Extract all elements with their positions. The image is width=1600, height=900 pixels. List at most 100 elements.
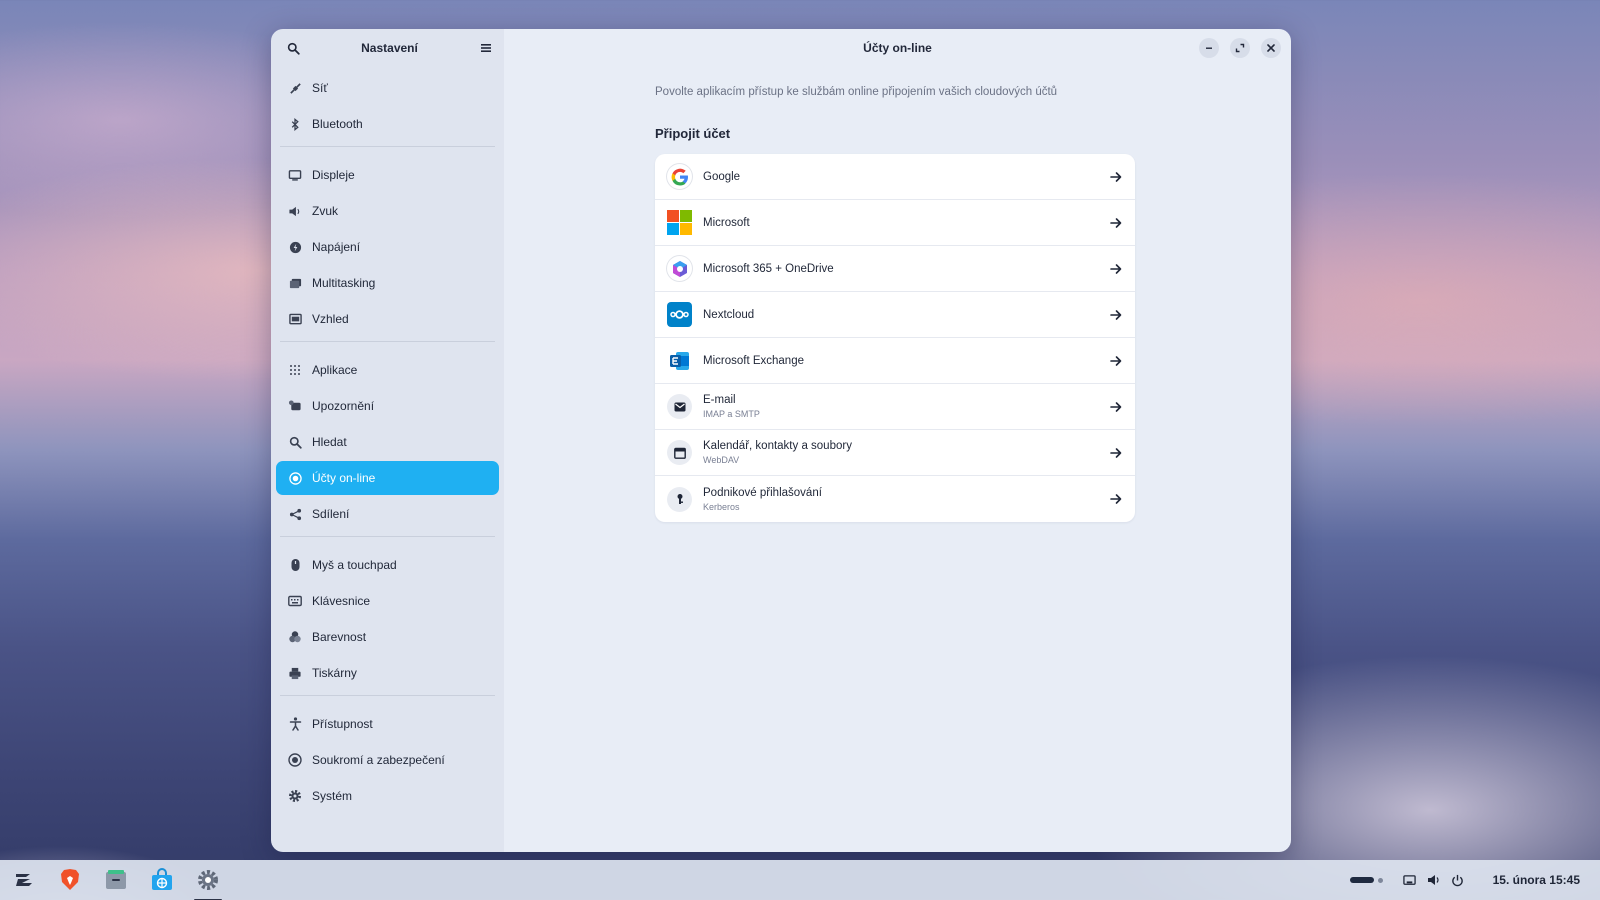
minimize-button[interactable]: [1199, 38, 1219, 58]
sidebar-separator: [280, 146, 495, 147]
sidebar-item-mouse[interactable]: Myš a touchpad: [276, 548, 499, 582]
sidebar-item-label: Upozornění: [312, 399, 375, 413]
arrow-right-icon: [1109, 216, 1123, 230]
settings-app-icon[interactable]: [191, 863, 225, 900]
accessibility-icon: [288, 717, 302, 731]
zorin-menu-icon[interactable]: [7, 863, 41, 897]
sidebar-item-label: Tiskárny: [312, 666, 357, 680]
sidebar-item-label: Účty on-line: [312, 471, 376, 485]
account-row-exchange[interactable]: Microsoft Exchange: [655, 338, 1135, 384]
account-name: Microsoft: [703, 216, 750, 229]
sidebar-item-apps-grid[interactable]: Aplikace: [276, 353, 499, 387]
account-name: Nextcloud: [703, 308, 755, 321]
network-wired-icon[interactable]: [1403, 873, 1417, 887]
sidebar-item-label: Multitasking: [312, 276, 376, 290]
account-row-google[interactable]: Google: [655, 154, 1135, 200]
microsoft365-icon: [667, 256, 692, 281]
sidebar-item-label: Barevnost: [312, 630, 367, 644]
page-title: Účty on-line: [863, 41, 932, 55]
account-subtitle: WebDAV: [703, 455, 740, 465]
share-icon: [288, 507, 302, 521]
sidebar-item-speaker[interactable]: Zvuk: [276, 194, 499, 228]
calendar-icon: [667, 440, 692, 465]
search-icon[interactable]: [285, 40, 301, 56]
sidebar-item-color[interactable]: Barevnost: [276, 620, 499, 654]
arrow-right-icon: [1109, 354, 1123, 368]
sidebar-item-label: Displeje: [312, 168, 355, 182]
account-name: Microsoft 365 + OneDrive: [703, 262, 834, 275]
kerberos-icon: [667, 486, 692, 512]
sidebar-item-notification[interactable]: Upozornění: [276, 389, 499, 423]
sidebar-item-search[interactable]: Hledat: [276, 425, 499, 459]
sidebar: Nastavení Síť Bluetooth Displeje Zvuk Napáje…: [271, 29, 504, 852]
gear-icon: [288, 789, 302, 803]
account-subtitle: Kerberos: [703, 501, 740, 512]
account-text: Podnikové přihlašování Kerberos: [703, 487, 1109, 512]
account-row-microsoft[interactable]: Microsoft: [655, 200, 1135, 246]
sidebar-item-online-accounts[interactable]: Účty on-line: [276, 461, 499, 495]
microsoft-icon: [667, 210, 692, 235]
account-subtitle: IMAP a SMTP: [703, 409, 760, 419]
sidebar-item-power[interactable]: Napájení: [276, 230, 499, 264]
arrow-right-icon: [1109, 262, 1123, 276]
color-icon: [288, 630, 302, 644]
sidebar-list: Síť Bluetooth Displeje Zvuk Napájení Multitas…: [271, 67, 504, 815]
sidebar-item-network[interactable]: Síť: [276, 71, 499, 105]
bluetooth-icon: [288, 117, 302, 131]
sidebar-item-label: Zvuk: [312, 204, 339, 218]
nextcloud-icon: [667, 302, 692, 327]
sidebar-item-printer[interactable]: Tiskárny: [276, 656, 499, 690]
sidebar-item-share[interactable]: Sdílení: [276, 497, 499, 531]
multitasking-icon: [288, 276, 302, 290]
account-text: Google: [703, 171, 1109, 183]
sidebar-item-label: Síť: [312, 81, 328, 95]
sidebar-item-gear[interactable]: Systém: [276, 779, 499, 813]
account-name: Google: [703, 170, 741, 183]
arrow-right-icon: [1109, 446, 1123, 460]
close-icon: [1267, 44, 1275, 52]
workspace-indicator-active[interactable]: [1349, 877, 1374, 883]
account-name: Microsoft Exchange: [703, 354, 804, 367]
workspace-indicator[interactable]: [1377, 877, 1383, 883]
notification-icon: [288, 399, 302, 413]
account-row-microsoft365[interactable]: Microsoft 365 + OneDrive: [655, 246, 1135, 292]
sidebar-item-label: Klávesnice: [312, 594, 371, 608]
account-row-mail[interactable]: E-mail IMAP a SMTP: [655, 384, 1135, 430]
account-list: Google Microsoft Microsoft 365 + OneDrive N…: [655, 154, 1135, 522]
sidebar-item-accessibility[interactable]: Přístupnost: [276, 707, 499, 741]
sidebar-item-multitasking[interactable]: Multitasking: [276, 266, 499, 300]
mail-icon: [667, 394, 692, 419]
arrow-right-icon: [1109, 400, 1123, 414]
account-row-nextcloud[interactable]: Nextcloud: [655, 292, 1135, 338]
speaker-icon: [288, 204, 302, 218]
files-icon[interactable]: [99, 863, 133, 897]
section-title: Připojit účet: [655, 126, 731, 141]
brave-browser-icon[interactable]: [53, 863, 87, 897]
close-button[interactable]: [1261, 38, 1281, 58]
sidebar-item-display[interactable]: Displeje: [276, 158, 499, 192]
sidebar-item-keyboard[interactable]: Klávesnice: [276, 584, 499, 618]
account-text: Microsoft: [703, 217, 1109, 229]
volume-icon[interactable]: [1427, 873, 1441, 887]
sidebar-item-label: Vzhled: [312, 312, 349, 326]
sidebar-item-label: Sdílení: [312, 507, 350, 521]
software-store-icon[interactable]: [145, 863, 179, 897]
sidebar-item-label: Myš a touchpad: [312, 558, 397, 572]
sidebar-title: Nastavení: [361, 41, 418, 55]
search-icon: [288, 435, 302, 449]
arrow-right-icon: [1109, 170, 1123, 184]
taskbar: 15. února 15:45: [0, 860, 1600, 900]
sidebar-item-bluetooth[interactable]: Bluetooth: [276, 107, 499, 141]
hamburger-menu-icon[interactable]: [478, 40, 494, 56]
power-menu-icon[interactable]: [1451, 873, 1465, 887]
account-row-calendar[interactable]: Kalendář, kontakty a soubory WebDAV: [655, 430, 1135, 476]
maximize-button[interactable]: [1230, 38, 1250, 58]
account-row-kerberos[interactable]: Podnikové přihlašování Kerberos: [655, 476, 1135, 522]
account-text: E-mail IMAP a SMTP: [703, 394, 1109, 419]
account-text: Microsoft Exchange: [703, 355, 1109, 367]
sidebar-item-privacy[interactable]: Soukromí a zabezpečení: [276, 743, 499, 777]
apps-grid-icon: [288, 363, 302, 377]
sidebar-item-appearance[interactable]: Vzhled: [276, 302, 499, 336]
mouse-icon: [288, 558, 302, 572]
clock[interactable]: 15. února 15:45: [1493, 873, 1580, 887]
